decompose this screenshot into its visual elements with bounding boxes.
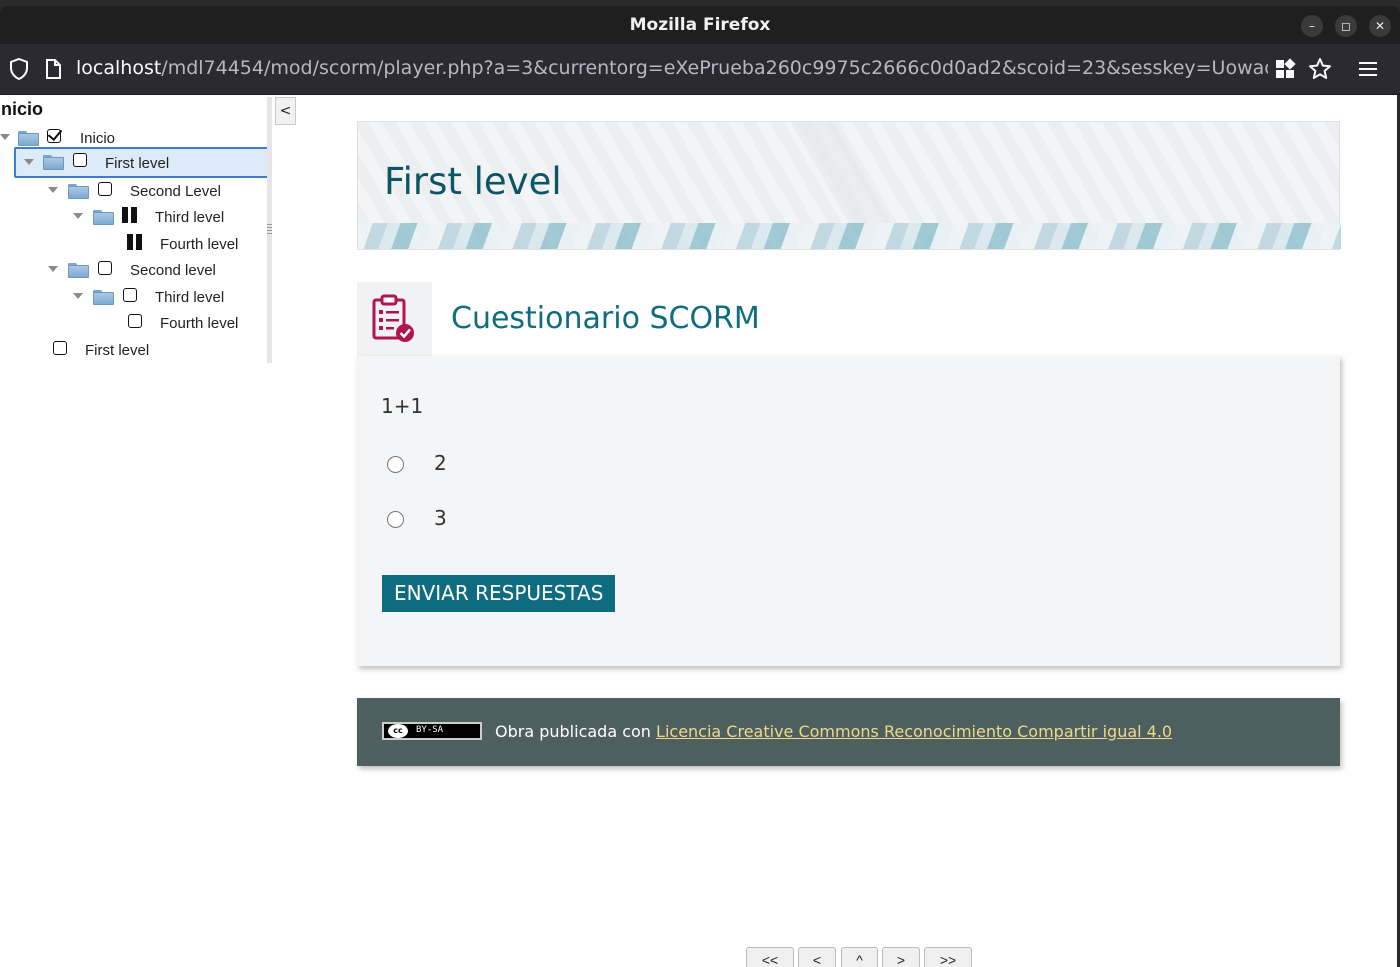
toc-item-inicio[interactable]: Inicio <box>0 125 260 149</box>
maximize-button[interactable]: ◻ <box>1335 15 1357 37</box>
bookmark-star-icon[interactable] <box>1308 57 1332 81</box>
extensions-icon[interactable] <box>1273 57 1297 81</box>
cc-badge-text: BY-SA <box>416 725 444 735</box>
page-viewport: Inicio Inicio First level Second Level T… <box>0 95 1397 967</box>
license-prefix: Obra publicada con <box>495 722 657 741</box>
toc-title: Inicio <box>0 99 44 119</box>
toc-item-fourth-level-2[interactable]: Fourth level <box>128 310 263 334</box>
page-icon[interactable] <box>42 57 66 81</box>
radio-button[interactable] <box>387 456 404 473</box>
url-host: localhost <box>76 57 162 79</box>
toc-item-third-level-2[interactable]: Third level <box>73 284 263 308</box>
expand-arrow-icon[interactable] <box>48 266 58 272</box>
toc-item-label: Third level <box>155 209 225 226</box>
toc-item-first-level-selected[interactable]: First level <box>14 147 270 178</box>
scorm-toc: Inicio Inicio First level Second Level T… <box>0 95 272 363</box>
browser-navbar: localhost/mdl74454/mod/scorm/player.php?… <box>0 44 1400 95</box>
scorm-nav-first-button[interactable]: << <box>746 947 794 967</box>
expand-arrow-icon[interactable] <box>24 159 34 165</box>
answer-label: 3 <box>434 506 447 530</box>
toc-item-label: Inicio <box>80 130 116 147</box>
url-bar[interactable]: localhost/mdl74454/mod/scorm/player.php?… <box>76 57 1268 83</box>
toc-toggle-button[interactable]: < <box>275 97 296 125</box>
toc-item-label: Fourth level <box>160 236 239 253</box>
page-banner: First level <box>357 121 1341 250</box>
question-text: 1+1 <box>381 394 424 418</box>
not-attempted-checkbox-icon <box>98 182 112 196</box>
toc-item-fourth-level[interactable]: Fourth level <box>127 231 263 255</box>
close-window-button[interactable]: ✕ <box>1369 15 1391 37</box>
toc-item-label: Second Level <box>130 183 221 200</box>
window-titlebar: Mozilla Firefox – ◻ ✕ <box>0 6 1400 44</box>
scorm-nav-next-button[interactable]: > <box>882 947 920 967</box>
toc-item-second-level[interactable]: Second Level <box>48 178 263 202</box>
submit-answers-button[interactable]: ENVIAR RESPUESTAS <box>382 575 616 612</box>
scorm-nav-last-button[interactable]: >> <box>924 947 972 967</box>
expand-arrow-icon[interactable] <box>0 134 10 140</box>
toc-item-third-level[interactable]: Third level <box>73 204 263 228</box>
toc-item-label: Second level <box>130 262 216 279</box>
toc-resize-handle[interactable] <box>267 97 272 363</box>
expand-arrow-icon[interactable] <box>73 293 83 299</box>
cc-by-sa-badge[interactable]: cc BY-SA <box>382 722 482 740</box>
minimize-button[interactable]: – <box>1301 15 1323 37</box>
not-attempted-checkbox-icon <box>123 288 137 302</box>
suspended-pause-icon <box>127 234 145 250</box>
shield-icon[interactable] <box>8 57 32 81</box>
toc-item-label: Third level <box>155 289 225 306</box>
not-attempted-checkbox-icon <box>73 153 87 167</box>
not-attempted-checkbox-icon <box>98 261 112 275</box>
banner-pattern <box>358 223 1341 249</box>
page-title: First level <box>384 160 562 203</box>
answer-label: 2 <box>434 451 447 475</box>
expand-arrow-icon[interactable] <box>73 213 83 219</box>
quiz-box: 1+1 2 3 ENVIAR RESPUESTAS <box>357 356 1340 666</box>
license-link[interactable]: Licencia Creative Commons Reconocimiento… <box>656 722 1172 741</box>
quiz-clipboard-icon <box>357 282 432 356</box>
folder-icon <box>43 155 64 170</box>
cc-icon: cc <box>388 724 408 738</box>
suspended-pause-icon <box>122 207 140 223</box>
toc-item-first-level-2[interactable]: First level <box>53 337 263 361</box>
folder-icon <box>68 263 89 278</box>
license-footer: cc BY-SA Obra publicada con Licencia Cre… <box>357 698 1340 766</box>
not-attempted-checkbox-icon <box>128 314 142 328</box>
window-title: Mozilla Firefox <box>629 15 771 35</box>
not-attempted-checkbox-icon <box>53 341 67 355</box>
activity-title: Cuestionario SCORM <box>451 301 760 336</box>
expand-arrow-icon[interactable] <box>48 187 58 193</box>
grip-icon <box>267 224 272 236</box>
radio-button[interactable] <box>387 511 404 528</box>
activity-header: Cuestionario SCORM <box>357 282 1340 356</box>
toc-item-label: First level <box>85 342 150 359</box>
folder-icon <box>93 210 114 225</box>
completed-checkbox-icon <box>47 129 61 143</box>
scorm-nav-prev-button[interactable]: < <box>798 947 836 967</box>
license-text: Obra publicada con Licencia Creative Com… <box>495 722 1172 741</box>
folder-icon <box>68 184 89 199</box>
menu-icon[interactable] <box>1356 57 1380 81</box>
folder-icon <box>93 290 114 305</box>
toc-item-second-level-2[interactable]: Second level <box>48 257 263 281</box>
scorm-nav-up-button[interactable]: ^ <box>841 947 878 967</box>
toc-item-label: Fourth level <box>160 315 239 332</box>
url-path: /mdl74454/mod/scorm/player.php?a=3&curre… <box>161 57 1268 79</box>
toc-item-label: First level <box>105 155 170 172</box>
folder-icon <box>18 131 39 146</box>
